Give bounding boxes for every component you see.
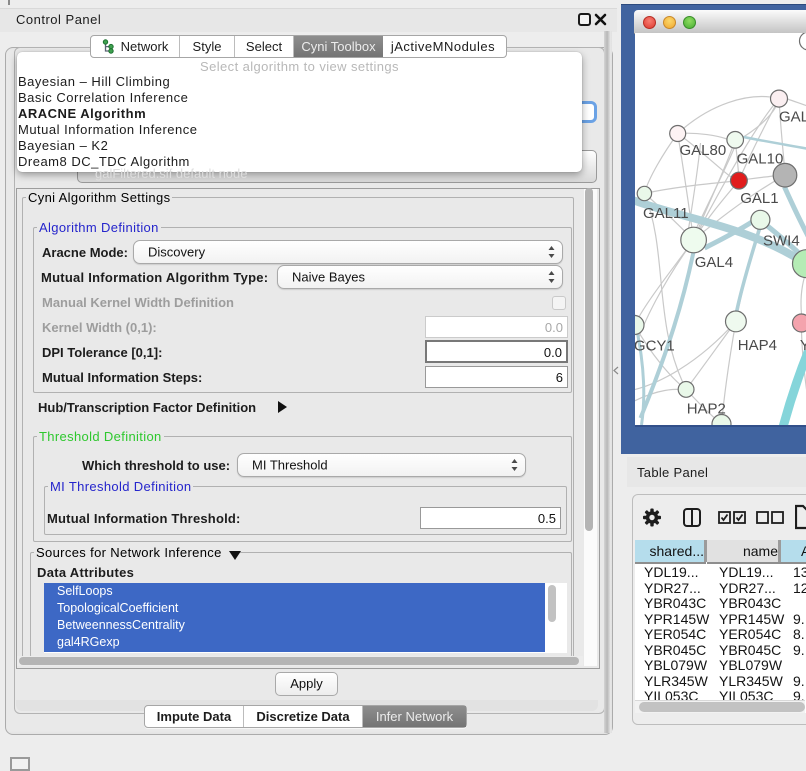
svg-text:GAL80: GAL80 xyxy=(679,142,726,159)
svg-text:GAL11: GAL11 xyxy=(643,205,689,222)
svg-text:GAL1: GAL1 xyxy=(740,190,778,207)
svg-text:HAP4: HAP4 xyxy=(737,337,776,354)
svg-text:SWI4: SWI4 xyxy=(763,232,800,249)
svg-text:GCY1: GCY1 xyxy=(635,338,675,355)
svg-text:HAP2: HAP2 xyxy=(686,401,725,418)
svg-text:GAL2: GAL2 xyxy=(779,109,806,126)
svg-text:GAL4: GAL4 xyxy=(694,254,732,271)
svg-text:Y: Y xyxy=(799,337,806,354)
svg-text:GAL10: GAL10 xyxy=(736,151,783,168)
